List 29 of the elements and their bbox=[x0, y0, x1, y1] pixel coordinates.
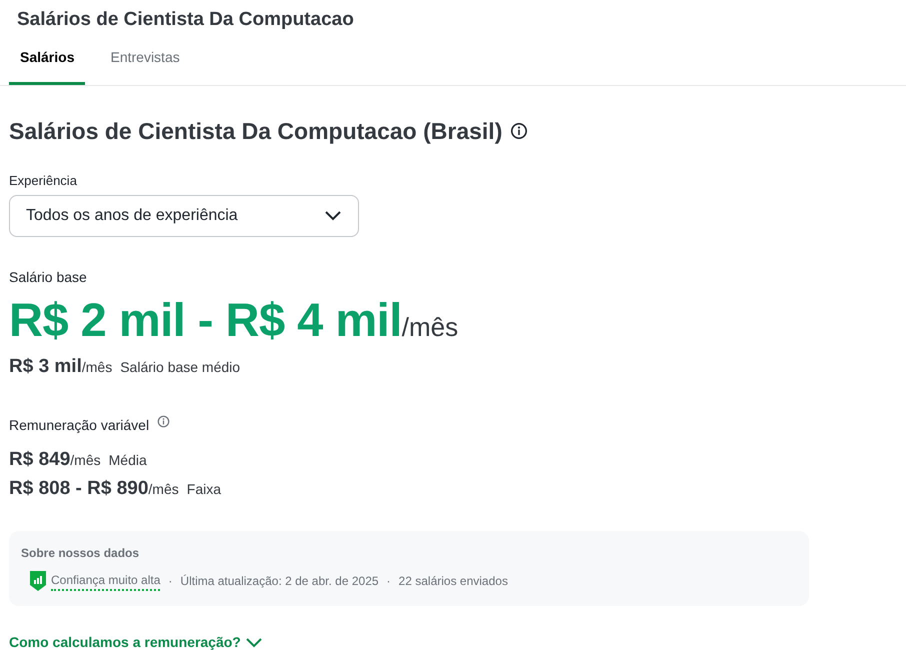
unit-label: /mês bbox=[82, 358, 112, 377]
panel-title: Sobre nossos dados bbox=[21, 545, 140, 562]
metadata-text: · bbox=[168, 573, 172, 590]
unit-label: /mês bbox=[70, 451, 101, 470]
shield-bars-icon bbox=[29, 570, 47, 592]
chevron-down-icon bbox=[324, 210, 342, 222]
metadata-text: · bbox=[386, 573, 391, 590]
tab[interactable]: Salários bbox=[9, 46, 86, 84]
metadata-text: Última atualização: 2 de abr. de 2025 bbox=[180, 573, 379, 590]
confidence-link[interactable]: Confiança muito alta bbox=[51, 571, 160, 592]
metadata-text: 22 salários enviados bbox=[398, 573, 508, 590]
tab[interactable]: Entrevistas bbox=[99, 46, 191, 84]
page-heading: Salários de Cientista Da Computacao (Brasil) bbox=[9, 118, 502, 146]
pay-amount: R$ 808 - R$ 890 bbox=[9, 476, 148, 501]
section-label: Salário base bbox=[9, 268, 88, 287]
info-icon[interactable] bbox=[510, 122, 528, 140]
salary-range: R$ 2 mil - R$ 4 mil bbox=[9, 294, 402, 346]
experience-dropdown[interactable]: Todos os anos de experiência bbox=[9, 194, 359, 237]
pay-caption: Média bbox=[108, 451, 147, 470]
section-label: Remuneração variável bbox=[9, 416, 150, 436]
unit-label: /mês bbox=[402, 310, 458, 344]
expand-link[interactable]: Como calculamos a remuneração? bbox=[9, 632, 263, 650]
salary-caption: Salário base médio bbox=[120, 358, 240, 377]
page-title: Salários de Cientista Da Computacao bbox=[17, 8, 355, 32]
average-salary: R$ 3 mil bbox=[9, 354, 82, 379]
pay-caption: Faixa bbox=[186, 480, 221, 499]
pay-amount: R$ 849 bbox=[9, 448, 70, 472]
field-label: Experiência bbox=[9, 172, 78, 190]
unit-label: /mês bbox=[148, 480, 179, 499]
